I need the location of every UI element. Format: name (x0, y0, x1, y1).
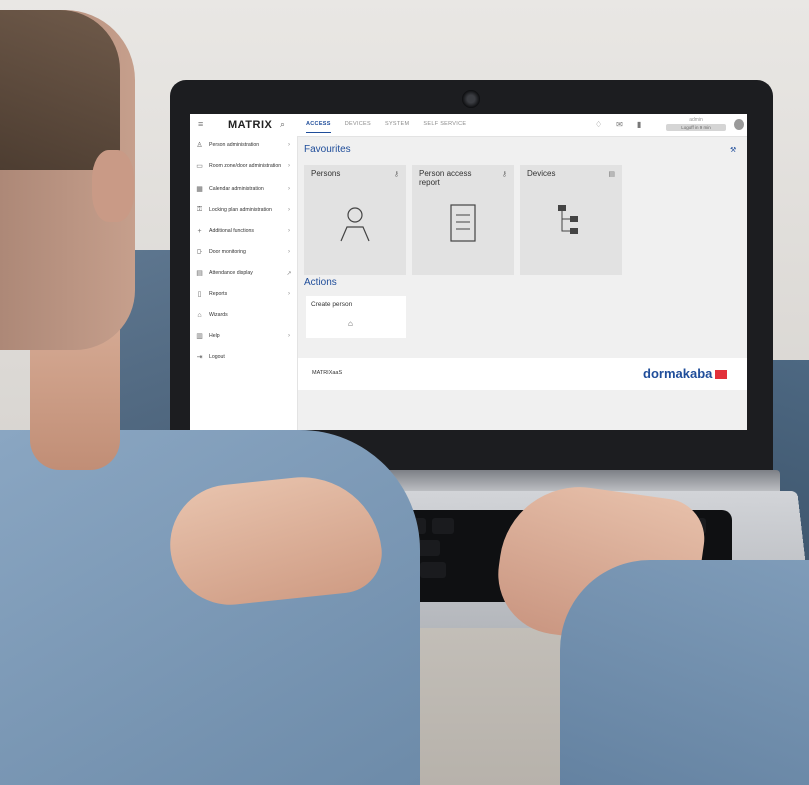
chevron-right-icon: › (288, 333, 290, 339)
chevron-right-icon: › (288, 291, 290, 297)
search-icon[interactable]: ⌕ (280, 119, 285, 130)
report-icon: ▯ (197, 291, 202, 298)
card-title: Person access report (419, 169, 472, 187)
key (420, 562, 446, 578)
sidebar-item-label: Help (209, 333, 220, 339)
action-create-person[interactable]: Create person ⌂ (306, 296, 406, 338)
sidebar-item-label: Reports (209, 291, 228, 297)
sidebar-item-label: Locking plan administration (209, 207, 272, 213)
calendar-icon: ▦ (196, 186, 203, 193)
bell-icon[interactable]: ♢ (595, 120, 602, 129)
person-hair (0, 10, 120, 170)
sidebar-item-room-zone[interactable]: ▭ Room zone/door administration › (190, 156, 297, 176)
tab-system[interactable]: SYSTEM (385, 121, 409, 133)
help-icon: ▥ (196, 333, 203, 340)
sidebar-item-label: Room zone/door administration (209, 163, 282, 169)
laptop-screen: ≡ MATRIX ⌕ ACCESS DEVICES SYSTEM SELF SE… (190, 114, 747, 430)
card-title: Persons (311, 169, 341, 178)
chevron-right-icon: › (288, 186, 290, 192)
wizard-icon: ⌂ (197, 311, 202, 319)
user-block: admin Logoff in 9 min (666, 117, 726, 133)
key-icon: ⚿ (196, 206, 203, 213)
favourite-card-persons[interactable]: Persons ⚷ (304, 165, 406, 275)
card-title: Devices (527, 169, 556, 178)
person-outline-icon (304, 203, 406, 245)
hamburger-menu-icon[interactable]: ≡ (198, 120, 207, 129)
wrench-icon[interactable]: ⚒ (730, 146, 736, 154)
logo-text: dormakaba (643, 366, 713, 381)
dormakaba-logo: dormakaba (643, 366, 728, 381)
main-tabs: ACCESS DEVICES SYSTEM SELF SERVICE (306, 121, 466, 133)
sidebar-item-label: Additional functions (209, 228, 254, 234)
main-content: Favourites ⚒ Persons ⚷ Person access rep… (298, 136, 747, 430)
favourite-card-devices[interactable]: Devices ▤ (520, 165, 622, 275)
tab-devices[interactable]: DEVICES (345, 121, 371, 133)
logoff-timer[interactable]: Logoff in 9 min (666, 124, 726, 131)
tab-self-service[interactable]: SELF SERVICE (423, 121, 466, 133)
wizard-icon: ⌂ (348, 319, 353, 328)
footer-product: MATRIXaaS (312, 370, 343, 376)
top-icons: ♢ ✉ ▮ (595, 120, 641, 129)
sidebar-item-person-administration[interactable]: ♙ Person administration › (190, 138, 297, 152)
key-icon: ⚷ (501, 171, 507, 178)
mail-icon[interactable]: ✉ (616, 120, 623, 129)
chevron-right-icon: › (288, 163, 290, 169)
sidebar-item-door-monitoring[interactable]: ⟥ Door monitoring › (190, 245, 297, 259)
sidebar-item-label: Logout (209, 354, 225, 360)
sidebar: ♙ Person administration › ▭ Room zone/do… (190, 136, 298, 430)
user-name: admin (689, 117, 703, 123)
device-tree-icon (520, 203, 622, 241)
key (432, 518, 454, 534)
sidebar-item-calendar[interactable]: ▦ Calendar administration › (190, 182, 297, 196)
footer: MATRIXaaS dormakaba (298, 358, 747, 390)
actions-title: Actions (304, 277, 337, 288)
sidebar-item-wizards[interactable]: ⌂ Wizards (190, 308, 297, 322)
chevron-right-icon: › (288, 142, 290, 148)
sidebar-item-label: Calendar administration (209, 186, 264, 192)
right-arm (560, 560, 809, 785)
favourites-title: Favourites (304, 144, 351, 155)
logout-icon: ⇥ (196, 354, 203, 361)
sidebar-item-logout[interactable]: ⇥ Logout (190, 350, 297, 364)
action-label: Create person (311, 301, 353, 308)
chevron-right-icon: › (288, 249, 290, 255)
door-icon: ▭ (196, 163, 203, 170)
panel-icon[interactable]: ▮ (637, 120, 641, 129)
plus-icon: + (197, 227, 202, 235)
person-ear (92, 150, 134, 222)
sidebar-item-additional-functions[interactable]: + Additional functions › (190, 224, 297, 238)
external-link-icon: ↗ (286, 270, 292, 277)
door-monitor-icon: ⟥ (196, 248, 203, 255)
chevron-right-icon: › (288, 207, 290, 213)
sidebar-item-label: Door monitoring (209, 249, 246, 255)
chevron-right-icon: › (288, 228, 290, 234)
webcam (462, 90, 480, 108)
sidebar-item-locking-plan[interactable]: ⚿ Locking plan administration › (190, 203, 297, 217)
app-brand: MATRIX (228, 119, 273, 131)
sidebar-item-help[interactable]: ▥ Help › (190, 329, 297, 343)
top-bar: ≡ MATRIX ⌕ ACCESS DEVICES SYSTEM SELF SE… (190, 114, 747, 137)
key-icon: ⚷ (393, 171, 399, 178)
sidebar-item-label: Wizards (209, 312, 228, 318)
attendance-icon: ▤ (196, 270, 203, 277)
sidebar-item-label: Attendance display (209, 270, 253, 276)
sidebar-item-attendance-display[interactable]: ▤ Attendance display ↗ (190, 266, 297, 280)
device-list-icon: ▤ (608, 171, 615, 178)
sidebar-item-label: Person administration (209, 142, 260, 148)
report-list-icon (412, 203, 514, 245)
person-icon: ♙ (196, 142, 203, 149)
tab-access[interactable]: ACCESS (306, 121, 331, 133)
favourite-card-person-access-report[interactable]: Person access report ⚷ (412, 165, 514, 275)
person-shirt (0, 430, 420, 785)
sidebar-item-reports[interactable]: ▯ Reports › (190, 287, 297, 301)
avatar[interactable] (734, 119, 744, 130)
logo-mark (715, 370, 728, 380)
